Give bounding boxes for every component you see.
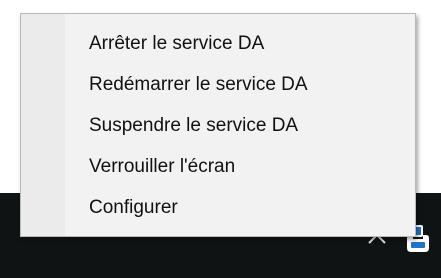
menu-item-label: Configurer <box>89 197 178 218</box>
menu-item-suspend-service[interactable]: Suspendre le service DA <box>21 106 415 146</box>
menu-item-label: Suspendre le service DA <box>89 115 299 136</box>
menu-item-label: Arrêter le service DA <box>89 33 265 54</box>
menu-item-restart-service[interactable]: Redémarrer le service DA <box>21 65 415 105</box>
menu-item-label: Verrouiller l'écran <box>89 156 236 177</box>
context-menu: Arrêter le service DA Redémarrer le serv… <box>20 13 416 237</box>
menu-item-stop-service[interactable]: Arrêter le service DA <box>21 24 415 64</box>
menu-item-configure[interactable]: Configurer <box>21 188 415 228</box>
menu-item-label: Redémarrer le service DA <box>89 74 308 95</box>
menu-item-lock-screen[interactable]: Verrouiller l'écran <box>21 147 415 187</box>
